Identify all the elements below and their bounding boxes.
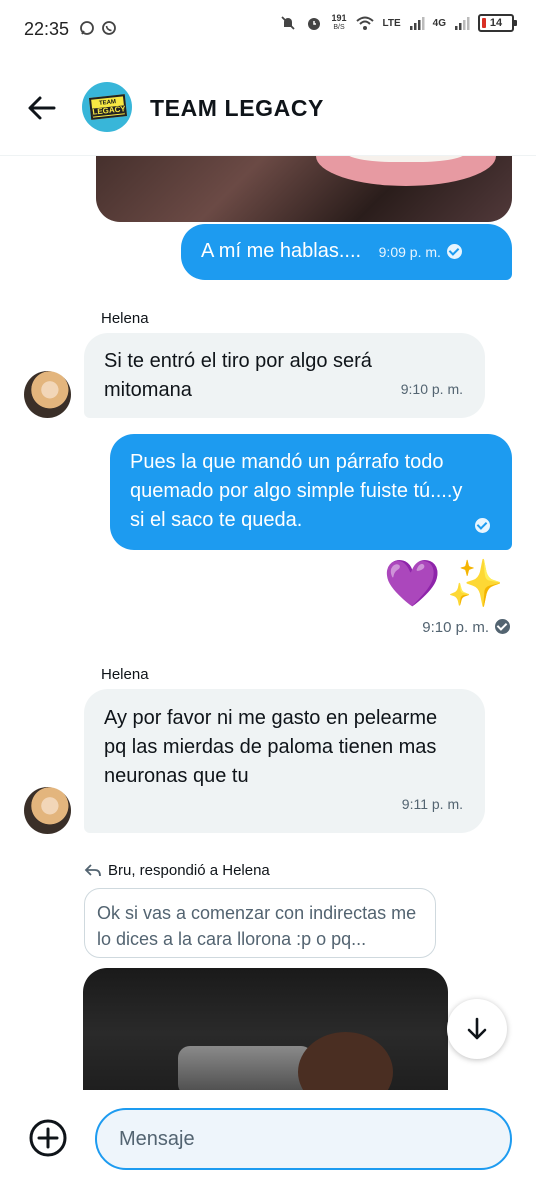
battery-icon: 14 bbox=[478, 14, 517, 32]
back-arrow-icon[interactable] bbox=[26, 92, 58, 124]
message-text: Si te entró el tiro por algo será mitoma… bbox=[104, 350, 372, 401]
alarm-icon bbox=[308, 18, 321, 30]
lte-label: LTE bbox=[382, 17, 401, 29]
read-check-icon bbox=[495, 619, 510, 634]
net-speed: 191 B/S bbox=[331, 13, 347, 32]
signal-icon bbox=[455, 17, 470, 30]
reply-arrow-icon bbox=[84, 863, 101, 876]
signal-icon bbox=[409, 17, 425, 30]
message-time: 9:10 p. m. bbox=[422, 619, 510, 636]
status-bar: 22:35 191 B/S LTE 4G 14 bbox=[0, 0, 536, 62]
sparkles-emoji: ✨ bbox=[446, 556, 510, 610]
incoming-message[interactable]: Ay por favor ni me gasto en pelearme pq … bbox=[84, 689, 485, 833]
outgoing-message[interactable]: Pues la que mandó un párrafo todo quemad… bbox=[110, 434, 512, 550]
status-time: 22:35 bbox=[24, 19, 70, 39]
mute-icon bbox=[281, 16, 296, 30]
conversation-header: TEAM LEGACY TEAM LEGACY bbox=[0, 62, 536, 156]
read-check-icon bbox=[475, 518, 490, 533]
message-bubble-icon bbox=[80, 21, 94, 35]
message-text: Ay por favor ni me gasto en pelearme pq … bbox=[104, 707, 438, 787]
sender-name: Helena bbox=[101, 310, 149, 327]
add-media-icon[interactable] bbox=[28, 1118, 68, 1158]
message-input[interactable] bbox=[95, 1108, 512, 1170]
message-text: Pues la que mandó un párrafo todo quemad… bbox=[130, 451, 463, 531]
message-text: A mí me hablas.... bbox=[201, 240, 362, 262]
outgoing-message[interactable]: A mí me hablas.... 9:09 p. m. bbox=[181, 224, 512, 280]
conversation-title[interactable]: TEAM LEGACY bbox=[150, 95, 324, 122]
avatar[interactable] bbox=[24, 371, 71, 418]
emoji-message[interactable]: 💜✨ bbox=[383, 555, 510, 611]
reply-context: Bru, respondió a Helena bbox=[84, 862, 270, 879]
incoming-message[interactable]: Si te entró el tiro por algo será mitoma… bbox=[84, 333, 485, 418]
sender-name: Helena bbox=[101, 666, 149, 683]
wifi-icon bbox=[355, 16, 374, 30]
quoted-message[interactable]: Ok si vas a comenzar con indirectas me l… bbox=[84, 888, 436, 958]
message-time: 9:09 p. m. bbox=[379, 244, 462, 260]
message-time: 9:11 p. m. bbox=[401, 796, 463, 812]
4g-label: 4G bbox=[432, 17, 446, 29]
image-message[interactable] bbox=[83, 968, 448, 1090]
avatar[interactable] bbox=[24, 787, 71, 834]
purple-heart-emoji: 💜 bbox=[383, 556, 447, 610]
group-avatar[interactable]: TEAM LEGACY bbox=[82, 82, 132, 132]
message-list[interactable]: A mí me hablas.... 9:09 p. m. Helena Si … bbox=[0, 156, 536, 1090]
whatsapp-icon bbox=[102, 21, 116, 35]
message-time: 9:10 p. m. bbox=[400, 381, 463, 397]
arrow-down-icon bbox=[467, 1017, 487, 1040]
scroll-to-bottom-button[interactable] bbox=[447, 999, 507, 1059]
read-check-icon bbox=[446, 244, 462, 259]
composer bbox=[0, 1090, 536, 1200]
image-message[interactable] bbox=[96, 156, 512, 222]
